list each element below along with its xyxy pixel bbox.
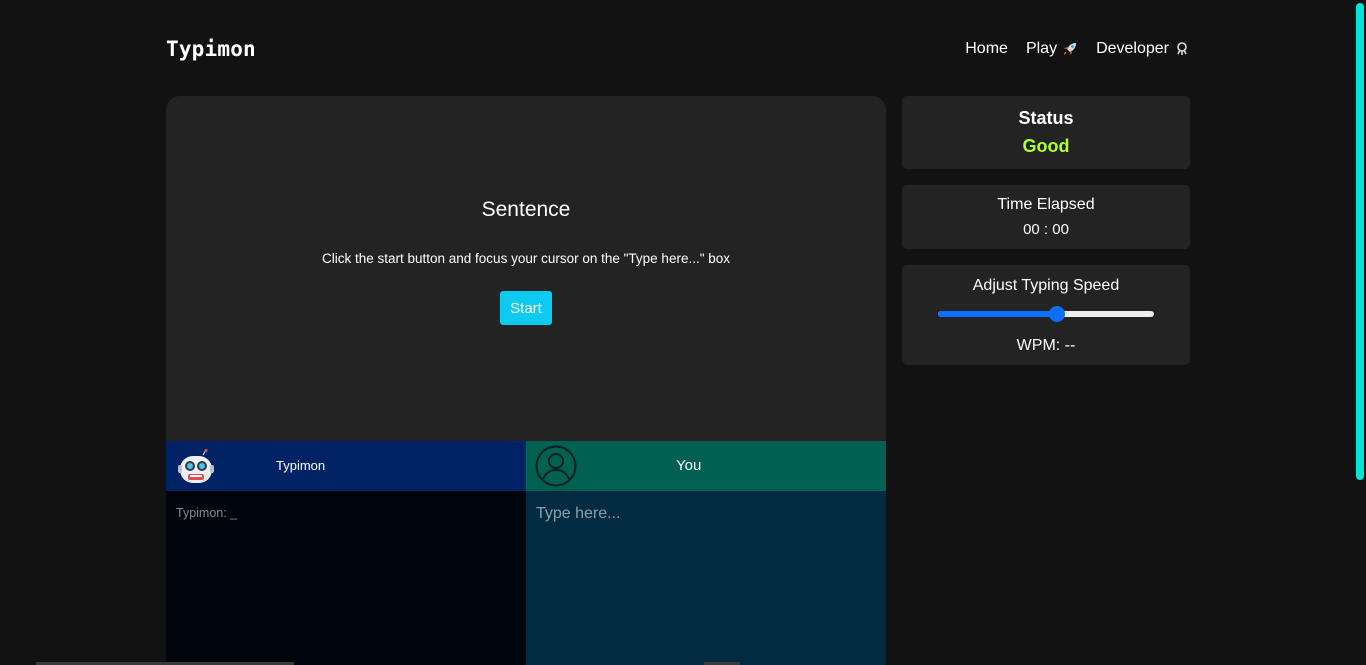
nav-home-link[interactable]: Home [965,40,1008,58]
brand-logo[interactable]: Typimon [166,37,256,61]
typing-speed-panel: Adjust Typing Speed WPM: -- [902,265,1190,365]
vertical-scrollbar[interactable] [1352,0,1366,665]
developer-icon [1177,42,1187,55]
type-here-input[interactable] [526,491,886,665]
rocket-icon [1064,43,1077,55]
status-title: Status [1018,108,1074,128]
sentence-instruction: Click the start button and focus your cu… [321,251,731,266]
bot-player-bar: Typimon [166,441,526,491]
navbar: Typimon Home Play Developer [166,34,1190,64]
time-elapsed-value: 00 : 00 [1023,221,1069,238]
nav-developer-label: Developer [1096,40,1169,57]
status-panel: Status Good [902,96,1190,169]
vertical-scroll-thumb[interactable] [1356,3,1364,480]
nav-home-label: Home [965,40,1008,57]
time-panel: Time Elapsed 00 : 00 [902,185,1190,249]
sentence-area: Sentence Click the start button and focu… [166,96,886,441]
typing-speed-slider[interactable] [938,306,1154,322]
sentence-title: Sentence [481,198,571,221]
robot-icon [178,449,214,483]
wpm-label: WPM: -- [1016,337,1076,354]
you-player-bar: You [526,441,886,491]
you-name: You [676,457,702,474]
start-button[interactable]: Start [500,291,552,325]
bot-output: Typimon: _ [166,491,526,665]
time-elapsed-title: Time Elapsed [997,196,1095,213]
nav-developer-link[interactable]: Developer [1096,40,1190,58]
game-card: Sentence Click the start button and focu… [166,96,886,665]
slider-fill [938,311,1057,317]
nav-links: Home Play Developer [965,40,1190,58]
bot-name: Typimon [276,458,326,473]
user-icon [535,445,577,487]
slider-thumb[interactable] [1048,306,1065,322]
nav-play-link[interactable]: Play [1026,40,1078,58]
nav-play-label: Play [1025,40,1058,57]
status-value: Good [1022,136,1070,156]
typing-speed-title: Adjust Typing Speed [972,277,1120,294]
